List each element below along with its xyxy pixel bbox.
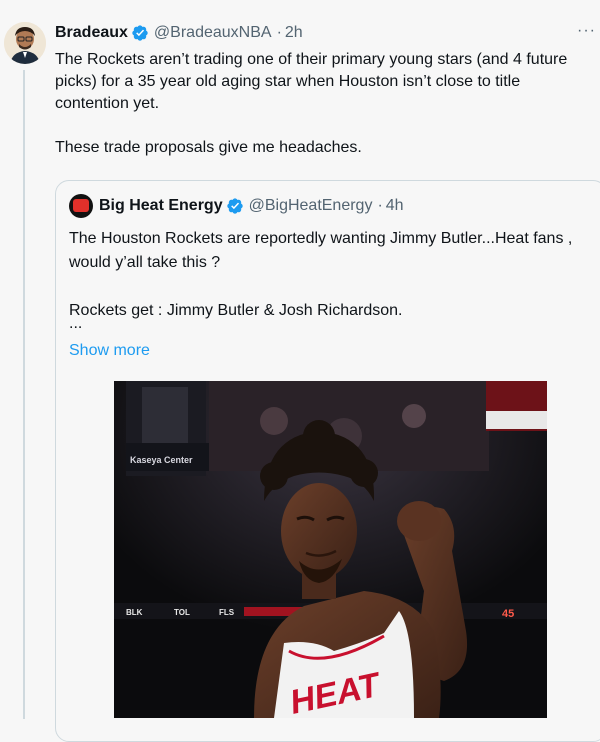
quoted-ellipsis: ...: [69, 315, 83, 332]
separator-dot: ·: [377, 197, 383, 214]
author-avatar[interactable]: [4, 22, 46, 64]
arena-sign: Kaseya Center: [130, 455, 193, 465]
quoted-tweet-photo[interactable]: Kaseya Center BLK TOL FLS 45 HEAT: [114, 381, 547, 718]
quoted-tweet[interactable]: Big Heat Energy @BigHeatEnergy · 4h The …: [55, 180, 600, 742]
scoreboard-label: BLK: [126, 608, 143, 617]
quoted-tweet-text: The Houston Rockets are reportedly wanti…: [69, 227, 589, 323]
separator-dot: ·: [276, 24, 282, 41]
quoted-tweet-time: 4h: [385, 197, 404, 214]
quoted-tweet-header: Big Heat Energy @BigHeatEnergy · 4h: [69, 194, 404, 218]
tweet[interactable]: Bradeaux @BradeauxNBA · 2h ··· The Rocke…: [0, 0, 600, 742]
scoreboard-label: TOL: [174, 608, 190, 617]
scoreboard-score: 45: [502, 608, 514, 620]
quoted-paragraph-2: Rockets get : Jimmy Butler & Josh Richar…: [69, 302, 403, 319]
verified-badge-icon: [226, 198, 243, 214]
more-options-icon[interactable]: ···: [577, 22, 596, 40]
quoted-author-avatar: [69, 194, 93, 218]
scoreboard-label: FLS: [219, 608, 235, 617]
tweet-text: The Rockets aren’t trading one of their …: [55, 49, 595, 159]
verified-badge-icon: [132, 25, 148, 41]
tweet-paragraph-2: These trade proposals give me headaches.: [55, 139, 362, 156]
author-name[interactable]: Bradeaux: [55, 24, 128, 42]
author-handle[interactable]: @BradeauxNBA: [154, 24, 272, 42]
quoted-author-handle: @BigHeatEnergy: [248, 197, 373, 214]
show-more-link[interactable]: Show more: [69, 342, 150, 360]
quoted-author-name: Big Heat Energy: [99, 197, 223, 214]
tweet-paragraph-1: The Rockets aren’t trading one of their …: [55, 51, 568, 112]
thread-line: [23, 70, 25, 719]
quoted-paragraph-1: The Houston Rockets are reportedly wanti…: [69, 230, 573, 271]
tweet-time[interactable]: 2h: [285, 24, 303, 42]
tweet-header: Bradeaux @BradeauxNBA · 2h: [55, 22, 303, 44]
